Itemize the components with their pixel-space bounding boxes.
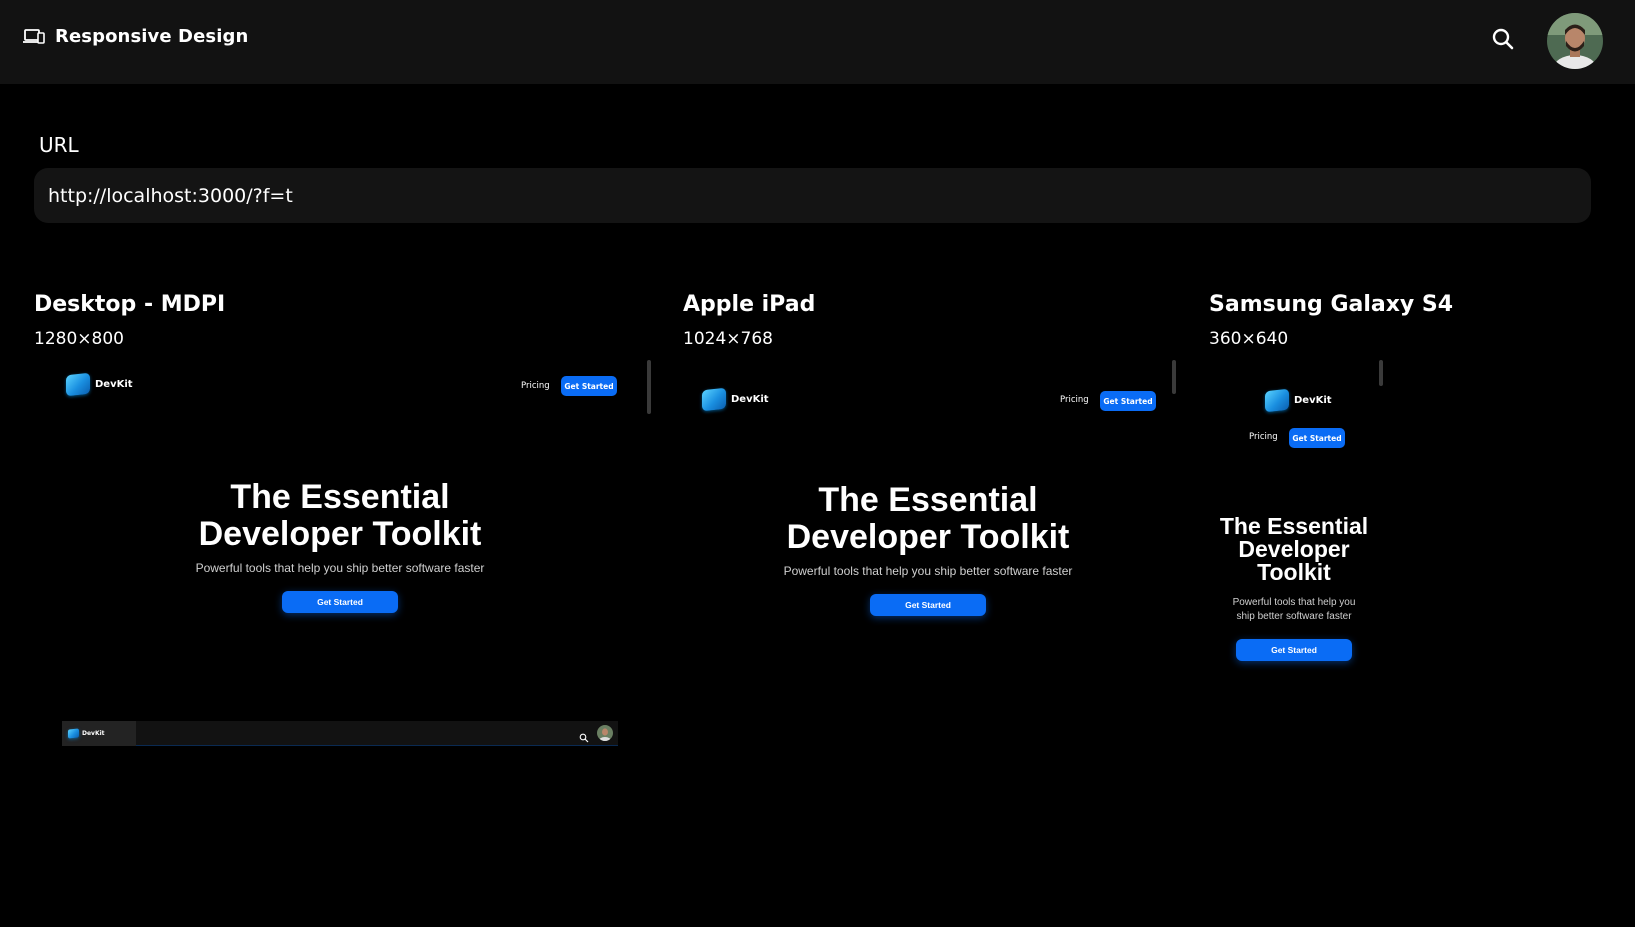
preview-nav-pricing[interactable]: Pricing — [1060, 395, 1089, 405]
preview-nav-pricing[interactable]: Pricing — [521, 381, 550, 391]
preview-hero-title: The Essential Developer Toolkit — [1209, 515, 1379, 584]
galaxy-frame-scrollbar[interactable] — [1379, 360, 1383, 386]
preview-app-bar: DevKit — [62, 721, 618, 746]
preview-hero-title: The Essential Developer Toolkit — [728, 482, 1128, 555]
devices-icon — [23, 27, 45, 47]
app-brand[interactable]: Responsive Design — [23, 26, 248, 47]
preview-brand: DevKit — [731, 394, 769, 405]
preview-hero-subtitle: Powerful tools that help you ship better… — [783, 564, 1073, 578]
preview-logo[interactable]: DevKit — [1265, 388, 1332, 413]
preview-nav-cta[interactable]: Get Started — [561, 376, 617, 396]
hero-title-line: Developer Toolkit — [786, 517, 1070, 556]
url-input[interactable] — [34, 168, 1591, 223]
top-bar: Responsive Design — [0, 0, 1635, 84]
devkit-logo-icon — [68, 728, 79, 739]
preview-hero-cta[interactable]: Get Started — [282, 591, 398, 613]
preview-nav-cta[interactable]: Get Started — [1100, 391, 1156, 411]
preview-hero-title: The Essential Developer Toolkit — [140, 479, 540, 552]
hero-title-line: Toolkit — [1257, 559, 1331, 585]
device-title-galaxy: Samsung Galaxy S4 — [1209, 292, 1454, 317]
preview-hero-cta[interactable]: Get Started — [1236, 639, 1352, 661]
preview-nav-pricing[interactable]: Pricing — [1249, 432, 1278, 442]
preview-brand: DevKit — [95, 379, 133, 390]
preview-hero-cta[interactable]: Get Started — [870, 594, 986, 616]
device-size-desktop: 1280×800 — [34, 329, 124, 349]
user-avatar[interactable] — [1547, 13, 1603, 69]
preview-hero-subtitle: Powerful tools that help you ship better… — [1209, 596, 1379, 624]
hero-title-line: Developer — [1238, 536, 1350, 562]
preview-bar-brand: DevKit — [82, 730, 105, 737]
preview-logo[interactable]: DevKit — [702, 387, 769, 412]
device-size-galaxy: 360×640 — [1209, 329, 1289, 349]
device-title-ipad: Apple iPad — [683, 292, 816, 317]
hero-title-line: The Essential — [230, 478, 450, 516]
hero-title-line: The Essential — [818, 481, 1038, 519]
user-avatar[interactable] — [597, 725, 613, 741]
ipad-frame-scrollbar[interactable] — [1172, 360, 1176, 394]
hero-subtitle-line: Powerful tools that help you — [1232, 597, 1356, 608]
search-icon[interactable] — [1490, 26, 1516, 52]
search-icon[interactable] — [579, 728, 589, 743]
device-size-ipad: 1024×768 — [683, 329, 773, 349]
preview-hero-subtitle: Powerful tools that help you ship better… — [195, 561, 485, 575]
devkit-logo-icon — [66, 372, 90, 397]
hero-title-line: The Essential — [1219, 513, 1369, 539]
devkit-logo-icon — [1265, 388, 1289, 413]
desktop-frame-scrollbar[interactable] — [647, 360, 651, 414]
preview-nav-cta[interactable]: Get Started — [1289, 428, 1345, 448]
hero-subtitle-line: ship better software faster — [1236, 611, 1352, 622]
preview-logo[interactable]: DevKit — [66, 372, 133, 397]
preview-app-bar-brand[interactable]: DevKit — [62, 721, 136, 746]
url-label: URL — [39, 133, 79, 157]
devkit-logo-icon — [702, 387, 726, 412]
device-title-desktop: Desktop - MDPI — [34, 292, 226, 317]
preview-brand: DevKit — [1294, 395, 1332, 406]
app-title: Responsive Design — [55, 26, 249, 47]
hero-title-line: Developer Toolkit — [198, 514, 482, 553]
